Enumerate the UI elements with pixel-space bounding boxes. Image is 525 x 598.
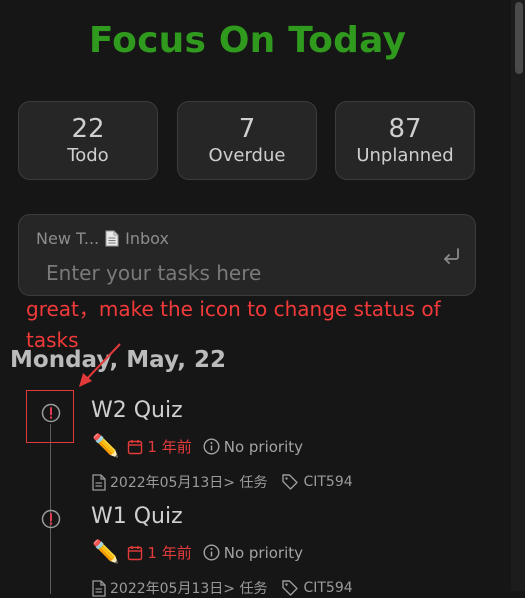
task-meta: ✏️ 1 年前 No priority (92, 540, 303, 565)
pencil-icon[interactable]: ✏️ (92, 434, 119, 459)
annotation-arrow (79, 343, 121, 387)
document-icon (92, 473, 106, 491)
priority-text: No priority (223, 437, 304, 456)
document-icon (92, 579, 106, 597)
new-task-name[interactable]: New T... (36, 229, 99, 248)
task-path-text[interactable]: 2022年05月13日> 任务 (110, 578, 267, 598)
enter-icon[interactable] (441, 247, 461, 265)
task-path-text[interactable]: 2022年05月13日> 任务 (110, 472, 267, 492)
due-date-text: 1 年前 (147, 438, 192, 456)
stat-unplanned[interactable]: 87 Unplanned (335, 101, 475, 180)
task-tag-text: CIT594 (303, 580, 353, 596)
task-input[interactable] (44, 257, 428, 289)
new-task-meta: New T... Inbox (36, 229, 169, 248)
priority[interactable]: No priority (203, 544, 303, 562)
stat-label: Todo (67, 145, 109, 166)
stat-overdue[interactable]: 7 Overdue (177, 101, 317, 180)
due-date[interactable]: 1 年前 (127, 542, 192, 563)
alert-circle-icon[interactable] (41, 403, 61, 423)
info-icon (203, 544, 220, 561)
scrollbar-thumb[interactable] (515, 2, 523, 74)
alert-circle-icon[interactable] (41, 509, 61, 529)
due-date[interactable]: 1 年前 (127, 436, 192, 457)
priority[interactable]: No priority (203, 438, 303, 456)
calendar-icon (128, 439, 143, 454)
stat-label: Overdue (208, 145, 286, 166)
document-icon (105, 230, 119, 247)
stat-count: 22 (71, 114, 105, 144)
priority-text: No priority (223, 543, 304, 562)
stat-todo[interactable]: 22 Todo (18, 101, 158, 180)
tag-icon (282, 580, 299, 596)
task-tag-text: CIT594 (303, 474, 353, 490)
due-date-text: 1 年前 (147, 544, 192, 562)
scrollbar-track[interactable] (511, 0, 525, 591)
task-title[interactable]: W2 Quiz (91, 398, 183, 423)
stat-count: 87 (388, 114, 422, 144)
new-task-box: New T... Inbox (18, 214, 476, 296)
app-title: Focus On Today (88, 20, 407, 61)
calendar-icon (128, 545, 143, 560)
tag-icon (282, 474, 299, 490)
new-task-project[interactable]: Inbox (125, 229, 169, 248)
info-icon (203, 438, 220, 455)
task-path: 2022年05月13日> 任务 CIT594 (92, 578, 353, 598)
stat-count: 7 (238, 114, 256, 144)
task-path: 2022年05月13日> 任务 CIT594 (92, 472, 353, 492)
task-tag[interactable]: CIT594 (281, 473, 353, 491)
pencil-icon[interactable]: ✏️ (92, 540, 119, 565)
task-tag[interactable]: CIT594 (281, 579, 353, 597)
task-title[interactable]: W1 Quiz (91, 504, 183, 529)
stat-label: Unplanned (356, 145, 454, 166)
task-meta: ✏️ 1 年前 No priority (92, 434, 303, 459)
